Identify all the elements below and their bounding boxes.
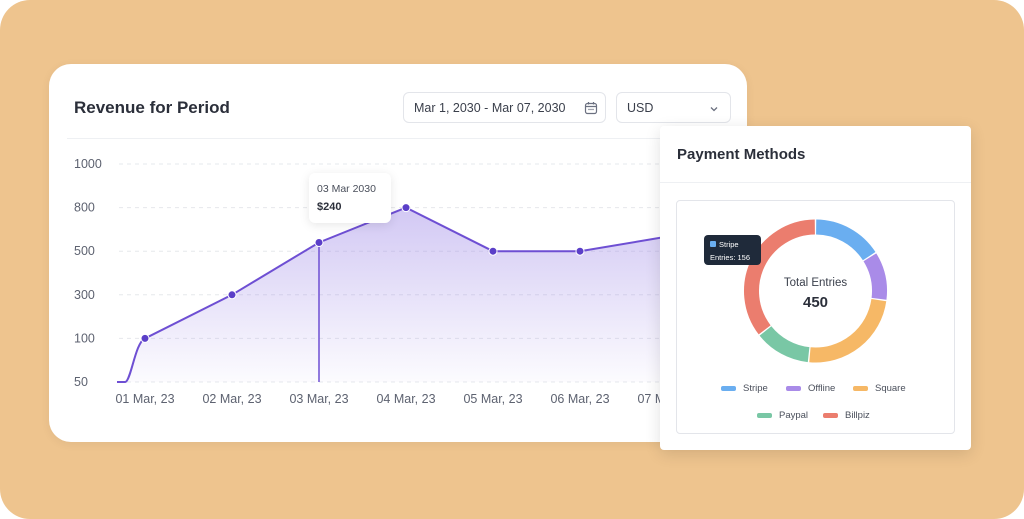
y-tick-label: 800 (74, 201, 95, 215)
x-tick-label: 06 Mar, 23 (550, 392, 609, 406)
legend-swatch-billpiz (823, 413, 838, 418)
tooltip-date: 03 Mar 2030 (317, 183, 376, 195)
legend-swatch-stripe (721, 386, 736, 391)
data-point[interactable] (140, 333, 150, 343)
y-tick-label: 1000 (74, 157, 102, 171)
data-point[interactable] (314, 237, 324, 247)
x-tick-label: 02 Mar, 23 (202, 392, 261, 406)
x-tick-label: 05 Mar, 23 (463, 392, 522, 406)
legend-swatch-square (853, 386, 868, 391)
background-frame: Revenue for Period Mar 1, 2030 - Mar 07,… (0, 0, 1024, 519)
tooltip-value: $240 (317, 201, 342, 213)
legend-label-paypal: Paypal (779, 410, 809, 421)
revenue-area-chart: 1000 800 500 300 100 50 01 Mar, 23 02 Mar, 23 0… (74, 157, 747, 406)
data-point[interactable] (401, 203, 411, 213)
donut-slice-paypal[interactable] (759, 326, 810, 363)
legend-label-square: Square (875, 383, 906, 394)
tooltip-entries: Entries: 156 (710, 253, 751, 262)
legend-swatch-offline (786, 386, 801, 391)
data-point[interactable] (575, 246, 585, 256)
tooltip-swatch (710, 241, 716, 247)
legend-label-stripe: Stripe (743, 383, 768, 394)
y-tick-label: 100 (74, 331, 95, 345)
x-tick-label: 01 Mar, 23 (115, 392, 174, 406)
y-tick-label: 300 (74, 288, 95, 302)
legend-label-offline: Offline (808, 383, 836, 394)
legend-swatch-paypal (757, 413, 772, 418)
donut-container: Total Entries 450 Stripe Entries: 156 St… (676, 200, 955, 434)
donut-center-label: Total Entries (783, 277, 848, 289)
x-tick-label: 04 Mar, 23 (376, 392, 435, 406)
panel-divider (660, 182, 971, 183)
donut-tooltip: Stripe Entries: 156 (704, 235, 761, 265)
y-tick-label: 500 (74, 244, 95, 258)
x-tick-label: 03 Mar, 23 (289, 392, 348, 406)
revenue-tooltip: 03 Mar 2030 $240 (309, 173, 391, 223)
donut-center-value: 450 (802, 294, 829, 311)
payment-methods-title: Payment Methods (677, 146, 806, 163)
data-point[interactable] (227, 290, 237, 300)
data-point[interactable] (488, 246, 498, 256)
donut-slice-stripe[interactable] (815, 219, 876, 261)
legend-label-billpiz: Billpiz (845, 410, 870, 421)
payment-methods-panel: Payment Methods Total Entries 450 Stripe… (660, 126, 971, 450)
y-tick-label: 50 (74, 375, 88, 389)
revenue-card: Revenue for Period Mar 1, 2030 - Mar 07,… (49, 64, 747, 442)
tooltip-series-name: Stripe (719, 240, 739, 249)
